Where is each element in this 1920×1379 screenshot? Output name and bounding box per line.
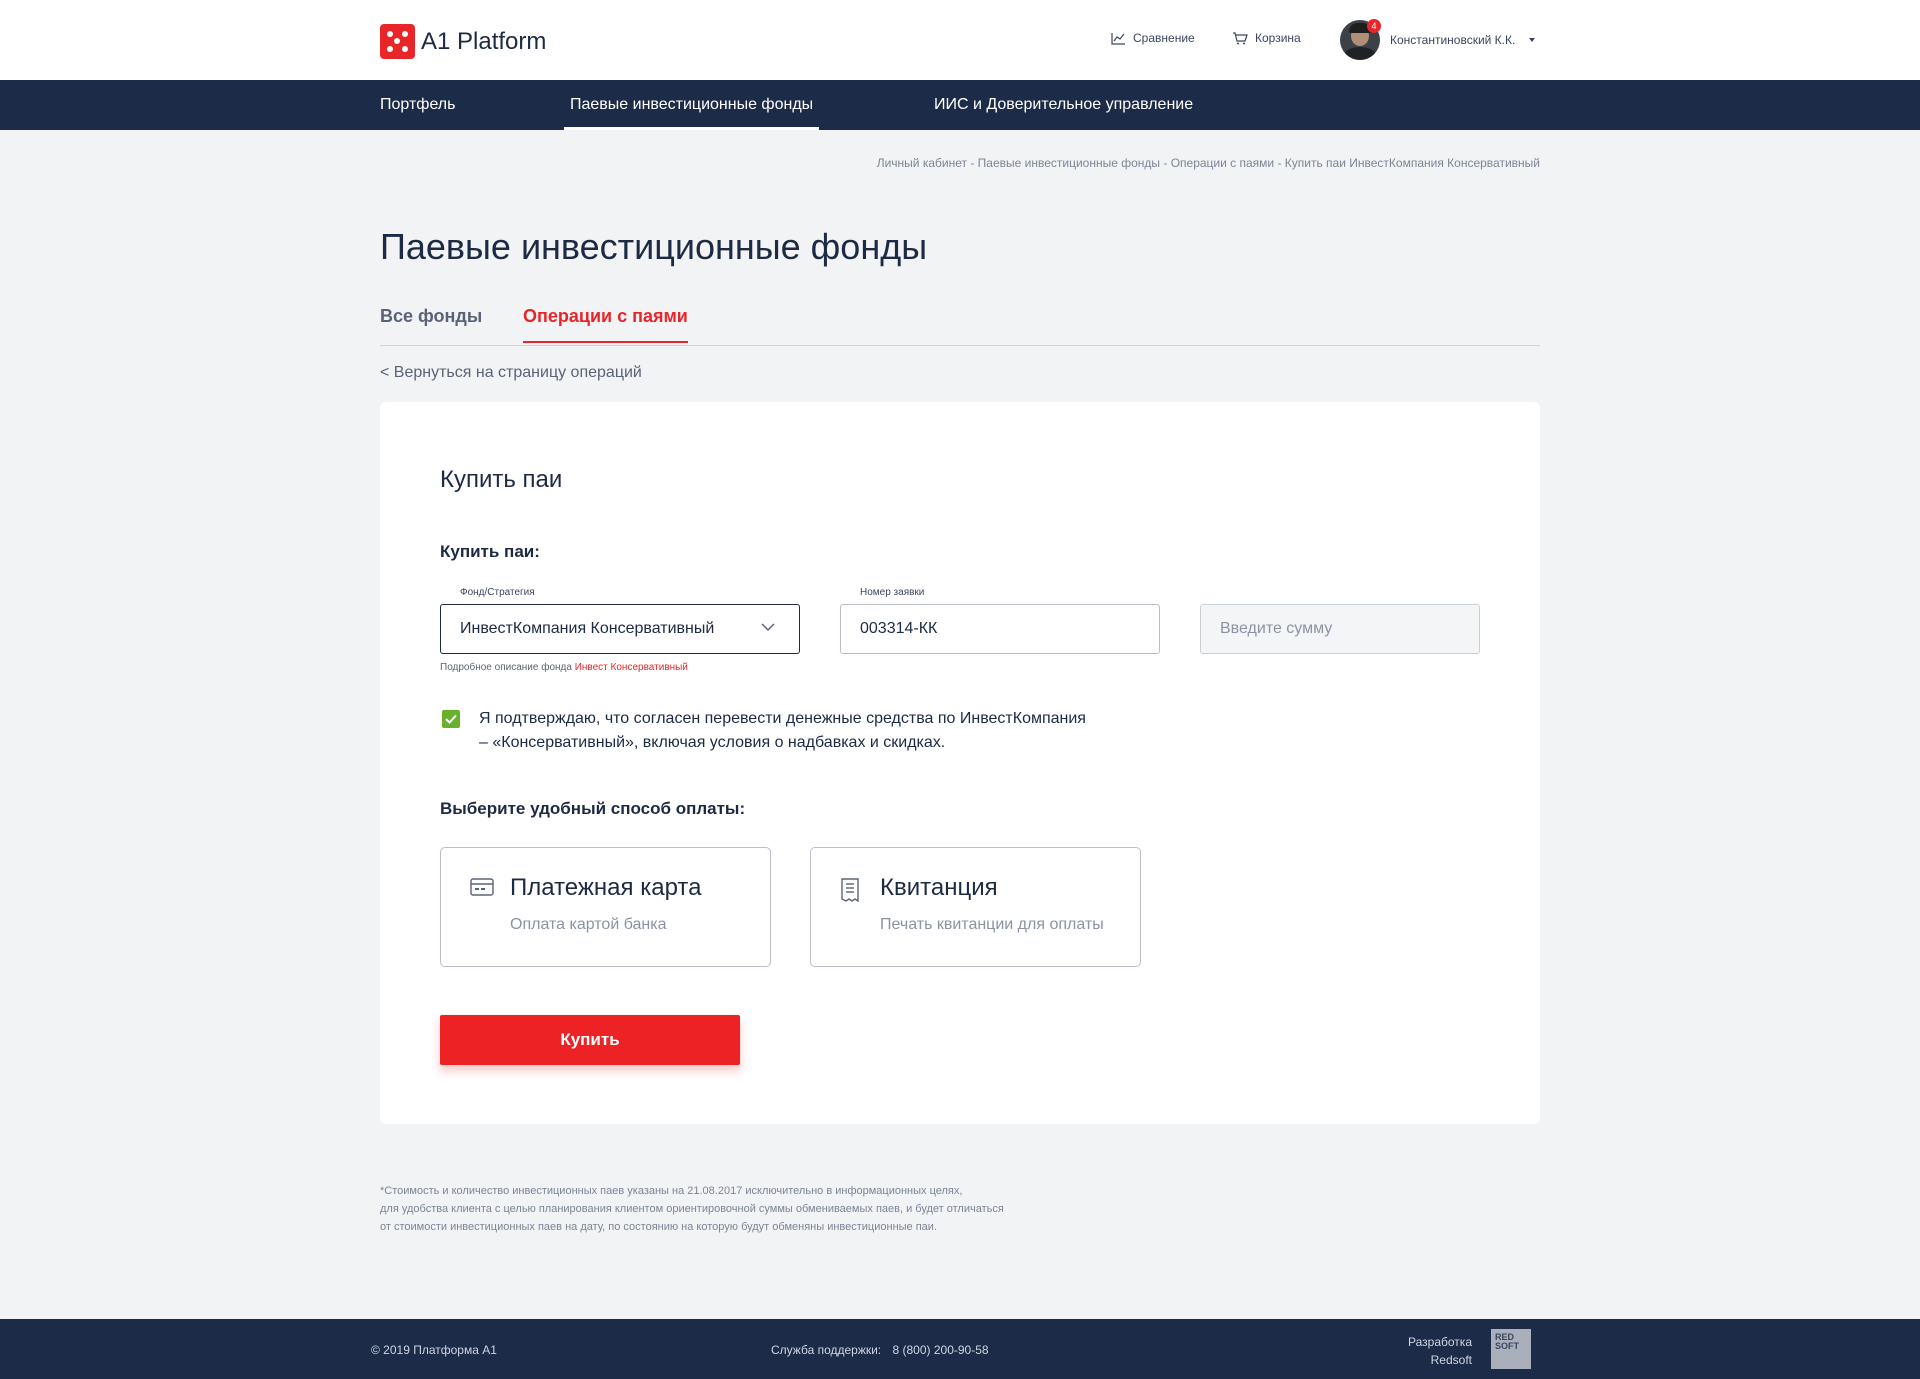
consent-text: Я подтверждаю, что согласен перевести де… <box>479 707 1139 755</box>
cart-link[interactable]: Корзина <box>1232 31 1301 45</box>
logo-text: A1 Platform <box>421 27 547 55</box>
card-title: Купить паи <box>440 466 563 493</box>
chevron-down-icon <box>761 623 775 632</box>
receipt-icon <box>841 878 859 902</box>
user-name: Константиновский К.К. <box>1390 33 1516 47</box>
logo-mark-icon <box>380 24 415 59</box>
breadcrumb[interactable]: Личный кабинет - Паевые инвестиционные ф… <box>877 156 1540 170</box>
cart-icon <box>1233 31 1248 44</box>
disclaimer-line-3: от стоимости инвестиционных паев на дату… <box>380 1221 938 1233</box>
developer-credit: Разработка Redsoft <box>1405 1333 1472 1369</box>
section-label: Купить паи: <box>440 542 540 561</box>
tab-operations[interactable]: Операции с паями <box>523 306 688 343</box>
buy-button[interactable]: Купить <box>440 1015 740 1065</box>
compare-link[interactable]: Сравнение <box>1111 31 1195 45</box>
support-info: Служба поддержки: 8 (800) 200-90-58 <box>771 1343 989 1357</box>
payment-receipt-title: Квитанция <box>880 874 998 901</box>
consent-checkbox[interactable] <box>442 710 460 728</box>
fund-hint: Подробное описание фонда Инвест Консерва… <box>440 662 688 673</box>
notification-badge[interactable]: 4 <box>1367 19 1381 33</box>
payment-label: Выберите удобный способ оплаты: <box>440 799 746 818</box>
order-label: Номер заявки <box>860 587 925 598</box>
developer-line-2: Redsoft <box>1430 1353 1472 1367</box>
app-logo[interactable]: A1 Platform <box>380 24 546 59</box>
cart-label: Корзина <box>1255 31 1301 45</box>
tab-all-funds[interactable]: Все фонды <box>380 306 482 341</box>
disclaimer-line-2: для удобства клиента с целью планировани… <box>380 1203 1004 1215</box>
back-link[interactable]: < Вернуться на страницу операций <box>380 364 642 382</box>
redsoft-logo[interactable]: RED SOFT <box>1491 1329 1531 1369</box>
developer-line-1: Разработка <box>1408 1335 1472 1349</box>
copyright: © 2019 Платформа А1 <box>371 1343 497 1357</box>
fund-label: Фонд/Стратегия <box>460 587 535 598</box>
fund-hint-text: Подробное описание фонда <box>440 662 572 673</box>
nav-item-funds[interactable]: Паевые инвестиционные фонды <box>563 80 820 130</box>
payment-card-subtitle: Оплата картой банка <box>510 916 667 933</box>
payment-option-card[interactable]: Платежная карта Оплата картой банка <box>440 847 771 967</box>
payment-card-title: Платежная карта <box>510 874 702 901</box>
payment-option-receipt[interactable]: Квитанция Печать квитанции для оплаты <box>810 847 1141 967</box>
disclaimer: *Стоимость и количество инвестиционных п… <box>380 1182 1080 1236</box>
disclaimer-line-1: *Стоимость и количество инвестиционных п… <box>380 1185 963 1197</box>
support-phone[interactable]: 8 (800) 200-90-58 <box>893 1343 989 1357</box>
checkmark-icon <box>445 714 457 724</box>
amount-input[interactable]: Введите сумму <box>1200 604 1480 654</box>
nav-item-portfolio[interactable]: Портфель <box>380 80 455 130</box>
footer: © 2019 Платформа А1 Служба поддержки: 8 … <box>0 1319 1920 1379</box>
consent-line-1: Я подтверждаю, что согласен перевести де… <box>479 710 1086 727</box>
redsoft-logo-line-2: SOFT <box>1495 1341 1519 1351</box>
payment-receipt-subtitle: Печать квитанции для оплаты <box>880 916 1104 933</box>
caret-down-icon <box>1529 38 1536 42</box>
chart-icon <box>1111 32 1125 45</box>
buy-form-card: Купить паи Купить паи: Фонд/Стратегия Ин… <box>380 402 1540 1124</box>
nav-item-iis[interactable]: ИИС и Доверительное управление <box>934 80 1193 130</box>
fund-description-link[interactable]: Инвест Консервативный <box>575 662 688 673</box>
consent-line-2: – «Консервативный», включая условия о на… <box>479 734 946 751</box>
tabs: Все фонды Операции с паями <box>380 300 1540 346</box>
compare-label: Сравнение <box>1133 31 1195 45</box>
main-nav: Портфель Паевые инвестиционные фонды ИИС… <box>0 80 1920 130</box>
support-label: Служба поддержки: <box>771 1343 882 1357</box>
page-title: Паевые инвестиционные фонды <box>380 226 928 267</box>
order-number-field[interactable]: 003314-КК <box>840 604 1160 654</box>
credit-card-icon <box>470 878 494 896</box>
fund-select[interactable]: ИнвестКомпания Консервативный <box>440 604 800 654</box>
top-header: A1 Platform Сравнение Корзина Константин… <box>0 0 1920 80</box>
fund-select-value: ИнвестКомпания Консервативный <box>460 620 715 637</box>
